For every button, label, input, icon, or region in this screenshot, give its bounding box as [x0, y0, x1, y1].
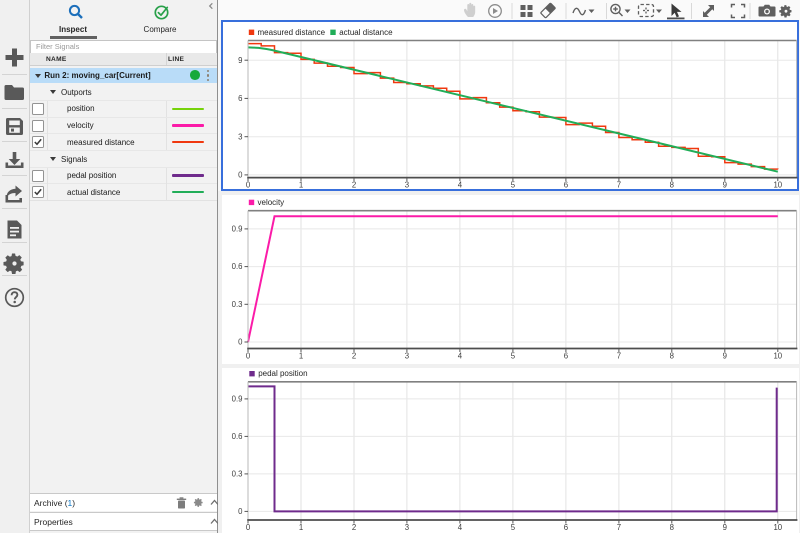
svg-text:3: 3 — [405, 351, 409, 360]
svg-text:2: 2 — [352, 351, 356, 360]
svg-text:4: 4 — [458, 351, 463, 360]
svg-text:6: 6 — [564, 523, 568, 532]
svg-text:10: 10 — [773, 523, 782, 532]
svg-text:0.6: 0.6 — [232, 432, 243, 441]
svg-text:2: 2 — [352, 523, 356, 532]
svg-text:3: 3 — [405, 523, 409, 532]
svg-text:7: 7 — [617, 523, 621, 532]
svg-text:5: 5 — [511, 351, 516, 360]
svg-text:5: 5 — [511, 523, 516, 532]
svg-text:10: 10 — [773, 351, 782, 360]
svg-text:8: 8 — [670, 523, 674, 532]
svg-text:7: 7 — [617, 180, 621, 189]
svg-text:6: 6 — [564, 180, 568, 189]
svg-text:3: 3 — [405, 180, 409, 189]
svg-text:4: 4 — [458, 523, 463, 532]
svg-text:0: 0 — [238, 338, 243, 347]
svg-text:9: 9 — [238, 56, 242, 65]
svg-text:0.3: 0.3 — [232, 470, 243, 479]
svg-text:1: 1 — [299, 351, 303, 360]
svg-text:4: 4 — [458, 180, 463, 189]
svg-text:5: 5 — [511, 180, 516, 189]
svg-text:6: 6 — [564, 351, 568, 360]
svg-text:10: 10 — [773, 180, 782, 189]
svg-text:8: 8 — [670, 351, 674, 360]
svg-text:6: 6 — [238, 94, 242, 103]
svg-text:1: 1 — [299, 180, 303, 189]
svg-text:0.6: 0.6 — [232, 262, 243, 271]
svg-text:0: 0 — [238, 507, 243, 516]
svg-text:0: 0 — [246, 351, 251, 360]
svg-text:9: 9 — [723, 351, 727, 360]
svg-text:0: 0 — [246, 523, 251, 532]
svg-text:0.9: 0.9 — [232, 225, 243, 234]
svg-text:0: 0 — [238, 171, 243, 180]
svg-text:measured distance: measured distance — [258, 28, 326, 37]
svg-text:0.3: 0.3 — [232, 300, 243, 309]
svg-text:actual distance: actual distance — [339, 28, 393, 37]
svg-text:2: 2 — [352, 180, 356, 189]
svg-text:8: 8 — [670, 180, 674, 189]
svg-text:pedal position: pedal position — [258, 369, 307, 378]
svg-text:0.9: 0.9 — [232, 395, 243, 404]
svg-text:7: 7 — [617, 351, 621, 360]
svg-text:0: 0 — [246, 180, 251, 189]
svg-text:9: 9 — [723, 180, 727, 189]
svg-text:velocity: velocity — [258, 198, 285, 207]
svg-text:1: 1 — [299, 523, 303, 532]
svg-text:9: 9 — [723, 523, 727, 532]
svg-text:3: 3 — [238, 132, 242, 141]
